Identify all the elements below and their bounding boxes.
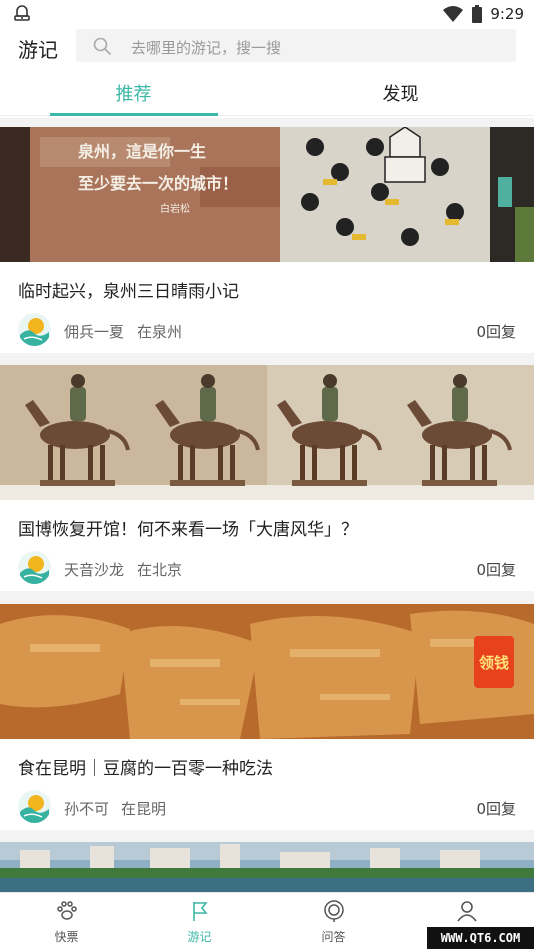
post-location: 在昆明 [121, 800, 167, 818]
author-name[interactable]: 孙不可 [64, 798, 109, 819]
question-bubble-icon [324, 900, 344, 922]
mural-text-line2: 至少要去一次的城市！ [78, 174, 238, 193]
search-input[interactable]: 去哪里的游记，搜一搜 [76, 29, 516, 62]
post-meta: 孙不可 在昆明 0回复 [18, 790, 516, 824]
nav-label: 游记 [187, 930, 212, 944]
avatar[interactable] [18, 790, 51, 823]
nav-item-qa[interactable]: 问答 [267, 893, 400, 949]
nav-label: 快票 [54, 930, 79, 944]
travelogue-feed[interactable]: 泉州，這是你一生 至少要去一次的城市！ 白岩松 临时起兴，泉州三日晴雨小记 佣兵… [0, 118, 534, 892]
tab-label: 发现 [382, 84, 419, 105]
post-cover-image: 泉州，這是你一生 至少要去一次的城市！ 白岩松 [0, 127, 534, 262]
post-cover-image [0, 365, 534, 500]
header: 游记 去哪里的游记，搜一搜 [0, 28, 534, 68]
avatar[interactable] [18, 551, 51, 584]
notification-icon [14, 5, 30, 21]
post-cover-image [0, 842, 534, 892]
paw-icon [57, 901, 77, 920]
wifi-icon [443, 6, 464, 22]
user-icon [457, 901, 477, 922]
post-location: 在泉州 [137, 323, 183, 341]
post-meta: 佣兵一夏 在泉州 0回复 [18, 313, 516, 347]
reply-count: 0回复 [476, 800, 516, 818]
post-title[interactable]: 国博恢复开馆！何不来看一场「大唐风华」？ [18, 515, 358, 540]
post-card[interactable]: 领钱 食在昆明｜豆腐的一百零一种吃法 孙不可 在昆明 0回复 [0, 604, 534, 830]
post-title[interactable]: 食在昆明｜豆腐的一百零一种吃法 [18, 754, 273, 779]
watermark: WWW.QT6.COM [427, 927, 534, 949]
author-name[interactable]: 天音沙龙 [64, 559, 124, 580]
tab-discover[interactable]: 发现 [267, 70, 534, 116]
search-placeholder: 去哪里的游记，搜一搜 [131, 39, 282, 57]
promo-badge[interactable]: 领钱 [478, 654, 509, 672]
post-card[interactable]: 泉州，這是你一生 至少要去一次的城市！ 白岩松 临时起兴，泉州三日晴雨小记 佣兵… [0, 127, 534, 353]
tab-label: 推荐 [115, 84, 152, 105]
status-bar: 9:29 [0, 0, 534, 28]
flag-icon [193, 902, 208, 921]
status-time: 9:29 [490, 5, 524, 23]
nav-label: 问答 [321, 930, 346, 944]
reply-count: 0回复 [476, 561, 516, 579]
battery-icon [472, 5, 483, 23]
mural-text-line1: 泉州，這是你一生 [78, 142, 206, 161]
avatar[interactable] [18, 313, 51, 346]
page-title: 游记 [18, 38, 58, 62]
post-meta: 天音沙龙 在北京 0回复 [18, 551, 516, 585]
post-cover-image: 领钱 [0, 604, 534, 739]
reply-count: 0回复 [476, 323, 516, 341]
tab-recommended[interactable]: 推荐 [0, 70, 267, 116]
mural-signature: 白岩松 [160, 202, 190, 215]
post-card[interactable]: 国博恢复开馆！何不来看一场「大唐风华」？ 天音沙龙 在北京 0回复 [0, 365, 534, 591]
post-title[interactable]: 临时起兴，泉州三日晴雨小记 [18, 277, 239, 302]
tab-bar: 推荐 发现 [0, 70, 534, 116]
post-card[interactable] [0, 842, 534, 892]
author-name[interactable]: 佣兵一夏 [64, 321, 124, 342]
tab-indicator [50, 113, 218, 116]
search-icon [93, 37, 111, 55]
nav-item-tickets[interactable]: 快票 [0, 893, 133, 949]
post-location: 在北京 [137, 561, 183, 579]
nav-item-travelogue[interactable]: 游记 [133, 893, 266, 949]
